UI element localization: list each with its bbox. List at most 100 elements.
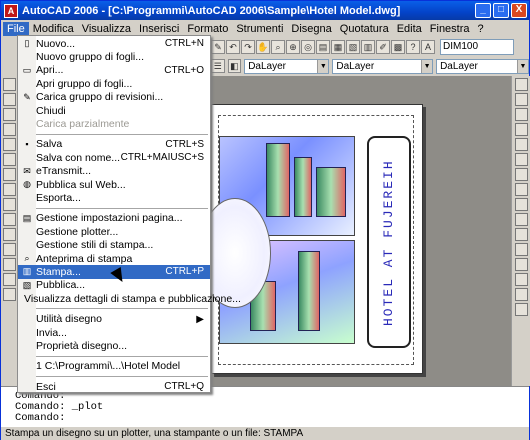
join-tool-icon[interactable] <box>514 258 528 271</box>
menu-separator <box>18 305 210 312</box>
menu-edita[interactable]: Edita <box>393 22 426 36</box>
polyline-tool-icon[interactable] <box>2 93 16 106</box>
rectangle-tool-icon[interactable] <box>2 123 16 136</box>
markup-set-icon[interactable]: ✐ <box>376 40 390 54</box>
menu-file[interactable]: File <box>3 21 29 36</box>
menu-help[interactable]: ? <box>474 22 488 36</box>
menu-finestra[interactable]: Finestra <box>426 22 474 36</box>
mirror-tool-icon[interactable] <box>514 108 528 121</box>
menu-item-1-c-programmi-hotel-model[interactable]: 1 C:\Programmi\...\Hotel Model <box>18 360 210 373</box>
text-style-icon[interactable]: A <box>421 40 435 54</box>
make-block-icon[interactable] <box>2 213 16 226</box>
menu-item-pubblica[interactable]: ▧ Pubblica... <box>18 279 210 292</box>
ellipse-tool-icon[interactable] <box>2 183 16 196</box>
help-icon[interactable]: ? <box>406 40 420 54</box>
minimize-button[interactable]: _ <box>475 3 491 18</box>
menu-formato[interactable]: Formato <box>183 22 232 36</box>
menu-strumenti[interactable]: Strumenti <box>232 22 287 36</box>
menu-item-gestione-plotter[interactable]: Gestione plotter... <box>18 225 210 238</box>
layer-icon[interactable]: ☰ <box>211 59 225 73</box>
menu-item-label: Gestione plotter... <box>36 225 119 238</box>
menu-item-pubblica-sul-web[interactable]: ◍ Pubblica sul Web... <box>18 178 210 191</box>
menu-item-apri-gruppo-di-fogli[interactable]: Apri gruppo di fogli... <box>18 77 210 90</box>
redo-icon[interactable]: ↷ <box>241 40 255 54</box>
trim-tool-icon[interactable] <box>514 213 528 226</box>
menu-item-carica-gruppo-di-revisioni[interactable]: ✎ Carica gruppo di revisioni... <box>18 91 210 104</box>
point-tool-icon[interactable] <box>2 228 16 241</box>
menu-item-gestione-stili-di-stampa[interactable]: Gestione stili di stampa... <box>18 238 210 251</box>
linetype-select[interactable]: DaLayer ▼ <box>332 58 434 74</box>
match-properties-icon[interactable]: ✎ <box>211 40 225 54</box>
hatch-tool-icon[interactable] <box>2 243 16 256</box>
menu-item-esporta[interactable]: Esporta... <box>18 191 210 204</box>
menu-item-chiudi[interactable]: Chiudi <box>18 104 210 117</box>
title-bar[interactable]: A AutoCAD 2006 - [C:\Programmi\AutoCAD 2… <box>1 1 529 20</box>
menu-visualizza[interactable]: Visualizza <box>78 22 135 36</box>
menu-item-invia[interactable]: Invia... <box>18 326 210 339</box>
menu-item-gestione-impostazioni-pagina[interactable]: ▤ Gestione impostazioni pagina... <box>18 212 210 225</box>
insert-block-icon[interactable] <box>2 198 16 211</box>
array-tool-icon[interactable] <box>514 138 528 151</box>
menu-item-etransmit[interactable]: ✉ eTransmit... <box>18 165 210 178</box>
menu-item-nuovo[interactable]: ▯ Nuovo... CTRL+N <box>18 37 210 50</box>
menu-item-salva[interactable]: ▪ Salva CTRL+S <box>18 138 210 151</box>
rotate-tool-icon[interactable] <box>514 168 528 181</box>
menu-item-utilit-disegno[interactable]: Utilità disegno ▶ <box>18 312 210 325</box>
calculator-icon[interactable]: ▩ <box>391 40 405 54</box>
sheet-set-icon[interactable]: ▥ <box>361 40 375 54</box>
undo-icon[interactable]: ↶ <box>226 40 240 54</box>
menu-disegna[interactable]: Disegna <box>287 22 335 36</box>
polygon-tool-icon[interactable] <box>2 108 16 121</box>
menu-item-salva-con-nome[interactable]: Salva con nome... CTRL+MAIUSC+S <box>18 151 210 164</box>
color-select[interactable]: DaLayer ▼ <box>244 58 330 74</box>
explode-tool-icon[interactable] <box>514 303 528 316</box>
menu-item-anteprima-di-stampa[interactable]: ⌕ Anteprima di stampa <box>18 252 210 265</box>
layer-state-icon[interactable]: ◧ <box>227 59 242 73</box>
blank-icon <box>21 226 33 237</box>
dimstyle-select[interactable]: DIM100 <box>440 39 514 55</box>
zoom-previous-icon[interactable]: ◎ <box>301 40 315 54</box>
menu-item-propriet-disegno[interactable]: Proprietà disegno... <box>18 339 210 352</box>
spline-tool-icon[interactable] <box>2 168 16 181</box>
table-tool-icon[interactable] <box>2 273 16 286</box>
close-button[interactable]: X <box>511 3 527 18</box>
menu-item-apri[interactable]: ▭ Apri... CTRL+O <box>18 64 210 77</box>
menu-item-shortcut: ▶ <box>196 313 204 325</box>
copy-tool-icon[interactable] <box>514 93 528 106</box>
fillet-tool-icon[interactable] <box>514 288 528 301</box>
region-tool-icon[interactable] <box>2 258 16 271</box>
stretch-tool-icon[interactable] <box>514 198 528 211</box>
menu-separator <box>18 131 210 138</box>
menu-item-stampa[interactable]: ▥ Stampa... CTRL+P <box>18 265 210 279</box>
drawing-area[interactable]: HOTEL AT FUJEREIH <box>199 76 511 386</box>
chevron-down-icon: ▼ <box>421 59 433 73</box>
properties-icon[interactable]: ▤ <box>316 40 330 54</box>
break-tool-icon[interactable] <box>514 243 528 256</box>
circle-tool-icon[interactable] <box>2 153 16 166</box>
menu-quotatura[interactable]: Quotatura <box>336 22 393 36</box>
menu-item-esci[interactable]: Esci CTRL+Q <box>18 380 210 393</box>
lineweight-select[interactable]: DaLayer ▼ <box>436 58 529 74</box>
extend-tool-icon[interactable] <box>514 228 528 241</box>
menu-item-label: Invia... <box>36 326 67 339</box>
mtext-tool-icon[interactable] <box>2 288 16 301</box>
pan-icon[interactable]: ✋ <box>256 40 270 54</box>
scale-tool-icon[interactable] <box>514 183 528 196</box>
menu-item-nuovo-gruppo-di-fogli[interactable]: Nuovo gruppo di fogli... <box>18 50 210 63</box>
chamfer-tool-icon[interactable] <box>514 273 528 286</box>
menu-item-visualizza-dettagli-di-stampa-e-pubblicazione[interactable]: Visualizza dettagli di stampa e pubblica… <box>18 292 241 305</box>
autocad-app-icon[interactable]: A <box>4 3 18 18</box>
design-center-icon[interactable]: ▦ <box>331 40 345 54</box>
menu-modifica[interactable]: Modifica <box>29 22 78 36</box>
arc-tool-icon[interactable] <box>2 138 16 151</box>
zoom-window-icon[interactable]: ⊕ <box>286 40 300 54</box>
erase-tool-icon[interactable] <box>514 78 528 91</box>
menu-item-label: Gestione stili di stampa... <box>36 239 154 252</box>
move-tool-icon[interactable] <box>514 153 528 166</box>
tool-palettes-icon[interactable]: ▧ <box>346 40 360 54</box>
zoom-realtime-icon[interactable]: ⌕ <box>271 40 285 54</box>
maximize-button[interactable]: □ <box>493 3 509 18</box>
offset-tool-icon[interactable] <box>514 123 528 136</box>
line-tool-icon[interactable] <box>2 78 16 91</box>
menu-inserisci[interactable]: Inserisci <box>135 22 183 36</box>
